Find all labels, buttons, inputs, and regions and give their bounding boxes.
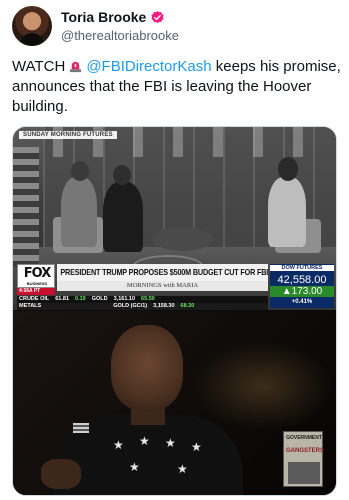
flag-patch: [73, 423, 89, 433]
tweet-header: Toria Brooke @therealtoriabrooke: [12, 6, 337, 46]
ticker-value: 3,158.30: [153, 303, 175, 309]
dow-change: ▲173.00: [270, 286, 334, 297]
handle[interactable]: @therealtoriabrooke: [61, 28, 179, 43]
ticker-change: 0.19: [75, 296, 86, 302]
time-display: 4:56A PT: [17, 288, 55, 295]
speaker-head: [111, 325, 183, 411]
guest-figure: [103, 182, 143, 252]
book-title: GOVERNMENT: [286, 435, 322, 441]
star-icon: ★: [177, 462, 188, 476]
star-icon: ★: [191, 440, 202, 454]
book-subtitle: GANGSTERS: [286, 448, 325, 454]
host-figure: [268, 177, 306, 247]
american-flag: [13, 147, 39, 267]
avatar[interactable]: [12, 6, 52, 46]
name-row: Toria Brooke: [61, 9, 165, 25]
ticker-change: 65.50: [141, 296, 155, 302]
background-light: [193, 341, 333, 431]
interview-frame: ★ ★ ★ ★ ★ ★ GOVERNMENT GANGSTERS: [13, 311, 336, 495]
ticker-label: GOLD: [91, 296, 108, 302]
dow-title: DOW FUTURES: [270, 265, 334, 271]
star-icon: ★: [113, 438, 124, 452]
star-icon: ★: [165, 436, 176, 450]
tweet-media[interactable]: SUNDAY MORNING FUTURES FOX BUSINESS 4:56…: [12, 126, 337, 496]
guest-head: [113, 165, 131, 185]
mention-link[interactable]: @FBIDirectorKash: [86, 58, 211, 75]
lower-third: FOX BUSINESS 4:56A PT PRESIDENT TRUMP PR…: [13, 260, 336, 310]
display-name[interactable]: Toria Brooke: [61, 9, 146, 25]
guest-figure: [61, 177, 97, 247]
police-siren-icon: [70, 61, 82, 73]
ticker-spacer: [47, 303, 107, 310]
tweet-text-prefix: WATCH: [12, 58, 66, 75]
ticker-change: 68.30: [180, 303, 195, 309]
speaker-hand: [41, 459, 81, 489]
star-icon: ★: [129, 460, 140, 474]
studio-table: [153, 227, 213, 251]
show-bug: SUNDAY MORNING FUTURES: [19, 131, 117, 139]
studio-frame: SUNDAY MORNING FUTURES FOX BUSINESS 4:56…: [13, 127, 336, 310]
ticker-label: GOLD (GC/1): [113, 303, 148, 309]
verified-badge-icon: [151, 10, 164, 23]
host-head: [278, 157, 298, 181]
dow-percent: +0.41%: [291, 299, 313, 305]
ticker-row: CRUDE OIL 61.81 0.19 GOLD 3,161.10 65.50: [17, 296, 268, 303]
chyron-headline: PRESIDENT TRUMP PROPOSES $500M BUDGET CU…: [57, 264, 268, 281]
tweet-text: WATCH @FBIDirectorKash keeps his promise,…: [12, 57, 342, 117]
book-cover: GOVERNMENT GANGSTERS: [283, 431, 325, 487]
show-name: MORNINGS with MARIA: [57, 281, 268, 291]
star-icon: ★: [139, 434, 150, 448]
dow-value: 42,558.00: [277, 274, 327, 286]
ticker-row: METALS GOLD (GC/1) 3,158.30 68.30: [17, 303, 268, 310]
dow-futures-box: DOW FUTURES 42,558.00 ▲173.00 +0.41%: [270, 264, 334, 308]
ticker-value: 3,161.10: [113, 296, 136, 302]
ticker-label: CRUDE OIL: [19, 296, 50, 302]
book-image: [288, 462, 320, 484]
guest-head: [71, 161, 89, 181]
ticker-value: 61.81: [55, 296, 70, 302]
network-logo-sub: BUSINESS: [26, 281, 48, 286]
network-logo: FOX BUSINESS: [17, 264, 55, 288]
network-logo-text: FOX: [23, 266, 52, 281]
ticker-label: METALS: [19, 303, 42, 309]
